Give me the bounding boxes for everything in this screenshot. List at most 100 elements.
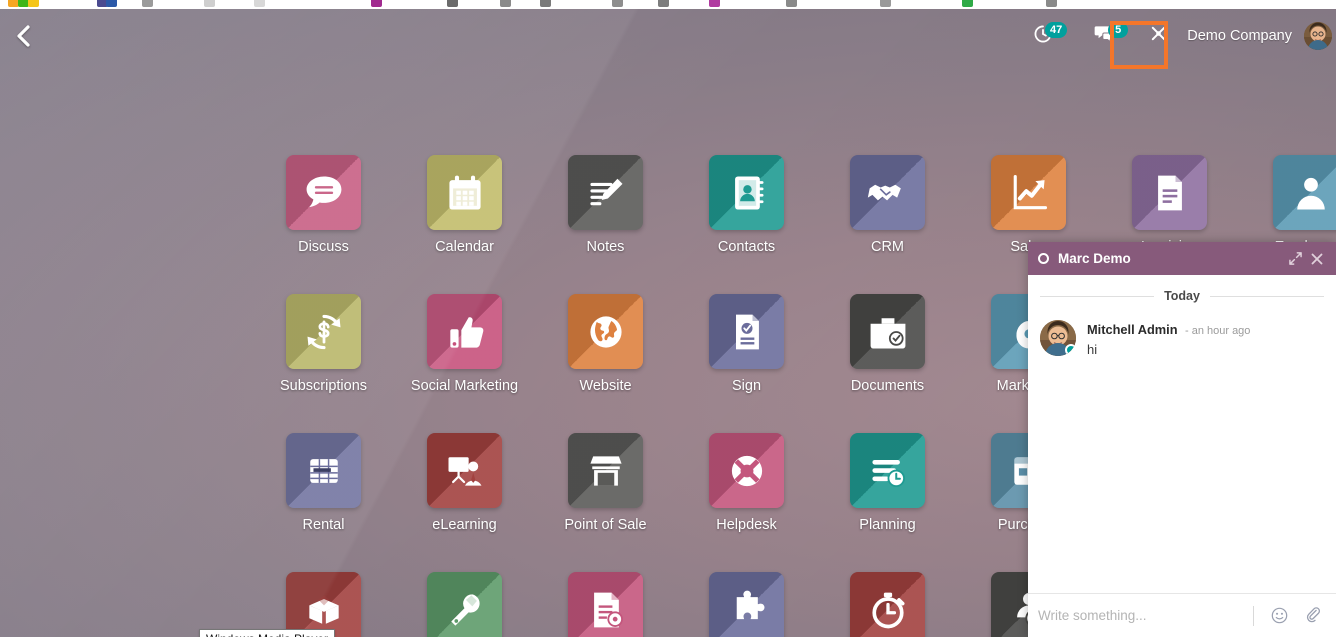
app-label: Point of Sale (564, 517, 647, 533)
offline-circle-icon (1038, 253, 1049, 264)
bug-icon (1150, 25, 1167, 47)
paperclip-icon[interactable] (1300, 603, 1326, 629)
bookmark-favicon (709, 0, 720, 7)
bookmark-favicon (1046, 0, 1057, 7)
separator-rule-right (1209, 295, 1325, 297)
handshake-icon (850, 155, 925, 230)
rental-icon (286, 433, 361, 508)
contacts-icon (709, 155, 784, 230)
app-manufacturing[interactable]: Manufacturing (394, 572, 535, 637)
bookmark-favicon (28, 0, 39, 7)
bookmark-favicon (142, 0, 153, 7)
app-website[interactable]: Website (535, 294, 676, 394)
app-label: Notes (586, 239, 625, 255)
sign-icon (709, 294, 784, 369)
message-header: Mitchell Admin - an hour ago (1087, 321, 1250, 339)
message-body: Mitchell Admin - an hour ago hi (1087, 320, 1250, 357)
bookmark-favicon (254, 0, 265, 7)
app-elearning[interactable]: eLearning (394, 433, 535, 533)
app-project[interactable]: Project (676, 572, 817, 637)
emoji-icon[interactable] (1266, 603, 1292, 629)
messaging-menu[interactable]: 5 (1087, 9, 1134, 63)
bookmark-favicon (612, 0, 623, 7)
browser-bookmarks-bar (0, 0, 1336, 9)
stopwatch-icon (850, 572, 925, 637)
documents-icon (850, 294, 925, 369)
message-timestamp: - an hour ago (1184, 325, 1251, 337)
app-label: Planning (859, 517, 916, 533)
app-calendar[interactable]: Calendar (394, 155, 535, 255)
app-inventory[interactable]: Inventory (253, 572, 394, 637)
app-label: Social Marketing (410, 378, 519, 394)
message-author: Mitchell Admin (1087, 322, 1178, 337)
bookmark-favicon (447, 0, 458, 7)
app-point-of-sale[interactable]: Point of Sale (535, 433, 676, 533)
app-crm[interactable]: CRM (817, 155, 958, 255)
bookmark-favicon (371, 0, 382, 7)
messaging-counter: 5 (1108, 22, 1129, 38)
bookmark-favicon (786, 0, 797, 7)
app-planning[interactable]: Planning (817, 433, 958, 533)
pos-icon (568, 433, 643, 508)
chat-input[interactable] (1038, 608, 1249, 623)
app-discuss[interactable]: Discuss (253, 155, 394, 255)
app-timesheets[interactable]: Timesheets (817, 572, 958, 637)
bookmark-favicon (658, 0, 669, 7)
inventory-icon (286, 572, 361, 637)
separator-rule-left (1040, 295, 1155, 297)
subscriptions-icon (286, 294, 361, 369)
bookmark-favicon (880, 0, 891, 7)
app-accounting[interactable]: Accounting (535, 572, 676, 637)
chat-message-list: Today Mitchell Admin - an hour ago hi (1028, 275, 1336, 593)
accounting-icon (568, 572, 643, 637)
date-separator-label: Today (1164, 289, 1200, 303)
app-rental[interactable]: Rental (253, 433, 394, 533)
app-sales[interactable]: Sales (958, 155, 1099, 255)
debug-menu[interactable] (1144, 9, 1173, 63)
invoicing-icon (1132, 155, 1207, 230)
chat-composer (1028, 593, 1336, 637)
notes-icon (568, 155, 643, 230)
avatar[interactable] (1304, 22, 1332, 50)
bookmark-favicon (540, 0, 551, 7)
activities-menu[interactable]: 47 (1028, 9, 1073, 63)
back-button[interactable] (0, 9, 46, 63)
composer-divider (1253, 605, 1254, 626)
navbar-systray: 47 5 Demo Company (1028, 9, 1336, 63)
app-invoicing[interactable]: Invoicing (1099, 155, 1240, 255)
app-notes[interactable]: Notes (535, 155, 676, 255)
app-subscriptions[interactable]: Subscriptions (253, 294, 394, 394)
app-sign[interactable]: Sign (676, 294, 817, 394)
app-label: Website (579, 378, 632, 394)
app-label: Discuss (298, 239, 349, 255)
close-icon[interactable] (1306, 242, 1328, 275)
presence-indicator (1065, 344, 1076, 356)
activities-counter: 47 (1044, 22, 1068, 38)
app-label: CRM (870, 239, 905, 255)
company-name[interactable]: Demo Company (1173, 28, 1304, 44)
date-separator: Today (1028, 289, 1336, 303)
discuss-chat-window: Marc Demo Today Mitchell Admin - an hour… (1028, 242, 1336, 637)
employees-icon (1273, 155, 1336, 230)
app-social-marketing[interactable]: Social Marketing (394, 294, 535, 394)
odoo-apps-desktop: 47 5 Demo Company Discuss Calendar Notes… (0, 9, 1336, 637)
top-navbar: 47 5 Demo Company (0, 9, 1336, 63)
chat-message: Mitchell Admin - an hour ago hi (1028, 320, 1336, 357)
app-label: Calendar (435, 239, 494, 255)
message-text: hi (1087, 342, 1098, 357)
chat-window-header[interactable]: Marc Demo (1028, 242, 1336, 275)
app-employees[interactable]: Employees (1240, 155, 1336, 255)
chat-window-title: Marc Demo (1058, 251, 1131, 266)
globe-icon (568, 294, 643, 369)
manufacturing-icon (427, 572, 502, 637)
bookmark-favicon (500, 0, 511, 7)
expand-icon[interactable] (1284, 242, 1306, 275)
helpdesk-icon (709, 433, 784, 508)
app-contacts[interactable]: Contacts (676, 155, 817, 255)
puzzle-icon (709, 572, 784, 637)
planning-icon (850, 433, 925, 508)
app-helpdesk[interactable]: Helpdesk (676, 433, 817, 533)
bookmark-favicon (962, 0, 973, 7)
taskbar-tooltip: Windows Media Player (199, 629, 336, 637)
app-documents[interactable]: Documents (817, 294, 958, 394)
